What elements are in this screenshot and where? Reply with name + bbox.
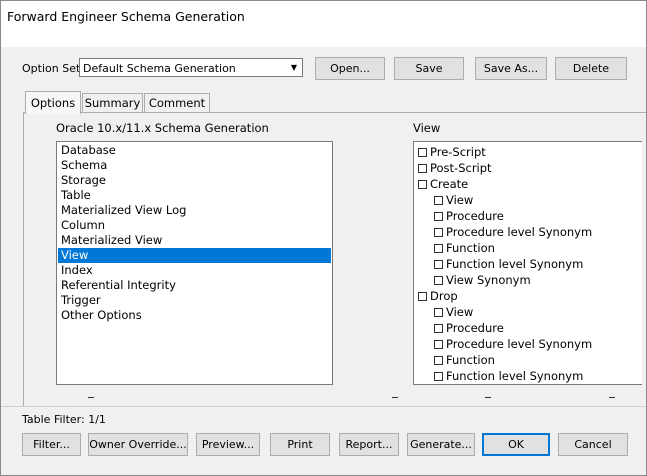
option-set-label: Option Set:: [22, 62, 84, 75]
report-button[interactable]: Report...: [339, 433, 399, 456]
list-item[interactable]: Storage: [58, 173, 331, 188]
checkbox[interactable]: [434, 308, 443, 317]
window-title: Forward Engineer Schema Generation: [7, 9, 245, 24]
checkbox[interactable]: [434, 228, 443, 237]
owner-override-button[interactable]: Owner Override...: [88, 433, 188, 456]
splitter-mark: [485, 397, 491, 398]
tree-option-label: Create: [430, 177, 469, 191]
right-panel-heading: View: [413, 121, 441, 135]
list-item[interactable]: Materialized View Log: [58, 203, 331, 218]
tree-option-item[interactable]: Function level Synonym: [434, 368, 583, 384]
list-item[interactable]: View: [58, 248, 331, 263]
save-button[interactable]: Save: [394, 57, 464, 80]
chevron-down-icon[interactable]: ▼: [286, 59, 302, 76]
list-item[interactable]: Materialized View: [58, 233, 331, 248]
tab-options[interactable]: Options: [25, 91, 81, 114]
tree-option-item[interactable]: Function: [434, 240, 495, 256]
tree-option-label: Post-Script: [430, 161, 492, 175]
tree-option-label: Procedure: [446, 321, 504, 335]
checkbox[interactable]: [434, 260, 443, 269]
tree-option-label: Procedure level Synonym: [446, 337, 593, 351]
splitter-mark: [609, 397, 615, 398]
checkbox[interactable]: [434, 276, 443, 285]
preview-button[interactable]: Preview...: [196, 433, 260, 456]
divider: [1, 406, 646, 407]
list-item[interactable]: Index: [58, 263, 331, 278]
list-item[interactable]: Column: [58, 218, 331, 233]
checkbox[interactable]: [418, 164, 427, 173]
filter-button[interactable]: Filter...: [22, 433, 81, 456]
table-filter-status: Table Filter: 1/1: [22, 413, 106, 426]
tree-option-item[interactable]: View Synonym: [434, 272, 531, 288]
print-button[interactable]: Print: [270, 433, 330, 456]
tree-option-item[interactable]: Create: [418, 176, 468, 192]
checkbox[interactable]: [418, 148, 427, 157]
dialog-window: Forward Engineer Schema Generation Optio…: [0, 0, 647, 476]
checkbox[interactable]: [418, 180, 427, 189]
checkbox[interactable]: [418, 292, 427, 301]
category-list[interactable]: Database Schema Storage Table Materialized V…: [56, 141, 333, 385]
left-panel-heading: Oracle 10.x/11.x Schema Generation: [56, 121, 269, 135]
checkbox[interactable]: [434, 372, 443, 381]
option-set-value: Default Schema Generation: [83, 62, 236, 75]
ok-button[interactable]: OK: [482, 433, 550, 456]
splitter-mark: [392, 397, 398, 398]
options-tree[interactable]: Pre-Script Post-Script Create View Procedure…: [413, 141, 642, 385]
tree-option-item[interactable]: Function: [434, 352, 495, 368]
generate-button[interactable]: Generate...: [407, 433, 475, 456]
tab-summary[interactable]: Summary: [82, 93, 143, 112]
tree-option-label: Procedure: [446, 209, 504, 223]
tree-option-label: Pre-Script: [430, 145, 486, 159]
tree-option-label: Drop: [430, 289, 458, 303]
list-item[interactable]: Table: [58, 188, 331, 203]
tab-comment[interactable]: Comment: [144, 93, 210, 112]
title-bar: Forward Engineer Schema Generation: [1, 1, 646, 47]
splitter-mark: [88, 397, 94, 398]
list-item[interactable]: Trigger: [58, 293, 331, 308]
checkbox[interactable]: [434, 196, 443, 205]
tree-option-label: Procedure level Synonym: [446, 225, 593, 239]
checkbox[interactable]: [434, 356, 443, 365]
tree-option-label: View: [446, 305, 474, 319]
tree-option-label: Function: [446, 241, 495, 255]
cancel-button[interactable]: Cancel: [558, 433, 628, 456]
tree-option-item[interactable]: Procedure level Synonym: [434, 336, 592, 352]
save-as-button[interactable]: Save As...: [475, 57, 547, 80]
tree-option-label: Function: [446, 353, 495, 367]
delete-button[interactable]: Delete: [555, 57, 627, 80]
tree-option-item[interactable]: Procedure level Synonym: [434, 224, 592, 240]
tree-option-item[interactable]: Procedure: [434, 208, 504, 224]
option-set-dropdown[interactable]: Default Schema Generation ▼: [79, 58, 303, 77]
tree-option-label: Function level Synonym: [446, 369, 584, 383]
tree-option-item[interactable]: Function level Synonym: [434, 256, 583, 272]
tree-option-item[interactable]: Procedure: [434, 320, 504, 336]
list-item[interactable]: Other Options: [58, 308, 331, 323]
tree-option-item[interactable]: View: [434, 192, 473, 208]
checkbox[interactable]: [434, 212, 443, 221]
checkbox[interactable]: [434, 340, 443, 349]
list-item[interactable]: Referential Integrity: [58, 278, 331, 293]
checkbox[interactable]: [434, 324, 443, 333]
checkbox[interactable]: [434, 244, 443, 253]
open-button[interactable]: Open...: [315, 57, 385, 80]
list-item[interactable]: Database: [58, 143, 331, 158]
tree-option-item[interactable]: View: [434, 304, 473, 320]
tree-option-item[interactable]: Pre-Script: [418, 144, 486, 160]
tree-option-item[interactable]: Post-Script: [418, 160, 492, 176]
list-item[interactable]: Schema: [58, 158, 331, 173]
tree-option-label: Function level Synonym: [446, 257, 584, 271]
tree-option-label: View Synonym: [446, 273, 531, 287]
tree-option-label: View: [446, 193, 474, 207]
tree-option-item[interactable]: Drop: [418, 288, 458, 304]
